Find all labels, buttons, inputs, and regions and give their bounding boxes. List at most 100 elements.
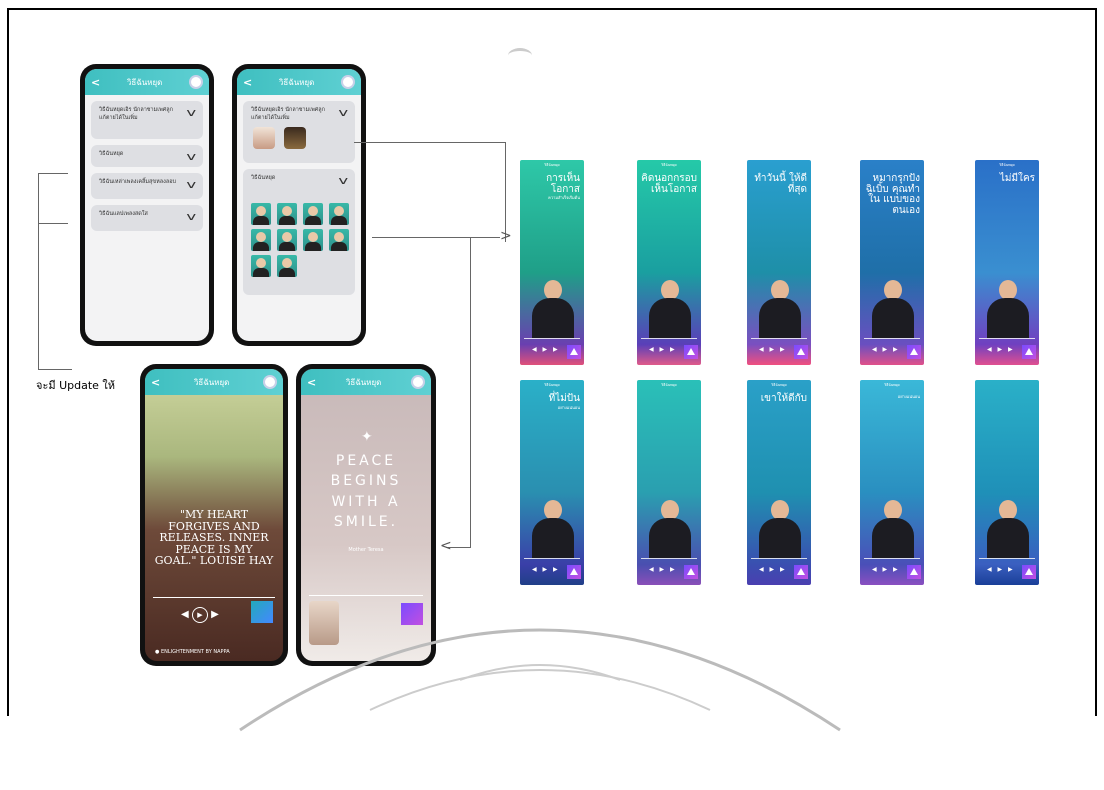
audio-card[interactable]: ◀ ▶ ▶ [975, 380, 1039, 585]
chevron-down-icon[interactable]: v [187, 179, 197, 190]
audio-thumbnail[interactable] [253, 126, 275, 149]
progress-bar[interactable] [524, 338, 580, 339]
chevron-down-icon[interactable]: v [187, 211, 197, 222]
card-title: วิธีฉันหยุด [544, 383, 560, 387]
progress-bar[interactable] [979, 338, 1035, 339]
card-text: ทำวันนี้ ให้ดีที่สุด [751, 173, 807, 195]
player-controls: ◀ ▶ ▶ [181, 607, 219, 623]
accordion-label: วิธีฉันเหล่าเพลงเคลิ้มสุขหลงลอบ [99, 179, 176, 185]
progress-bar[interactable] [751, 558, 807, 559]
accordion-item-2[interactable]: วิธีฉันหยุด v [91, 145, 203, 167]
chevron-up-icon[interactable]: v [339, 175, 349, 186]
audio-card[interactable]: หมากรุกปังฉิเบิ้บ คุณทำใน แบบของ ตนเอง ◀ … [860, 160, 924, 365]
bracket-line [38, 223, 68, 224]
app-logo-icon [188, 75, 203, 89]
speaker-thumbnail[interactable] [277, 228, 297, 251]
speaker-thumbnail[interactable] [277, 202, 297, 225]
card-subtext: อย่างแน่นอน [557, 404, 580, 410]
audio-card[interactable]: วิธีฉันหยุด การเห็นโอกาส ความสำเร็จเริ่มต้… [520, 160, 584, 365]
play-button[interactable]: ▶ [191, 607, 208, 623]
speaker-thumbnail[interactable] [251, 202, 271, 225]
audio-card[interactable]: วิธีฉันหยุด เขาให้ดีกับ ◀ ▶ ▶ [747, 380, 811, 585]
card-subtext: อย่างแน่นอน [897, 394, 920, 399]
player-controls[interactable]: ◀ ▶ ▶ [649, 346, 677, 353]
speaker-photo [872, 500, 914, 558]
card-text: ไม่มีใคร [979, 173, 1035, 185]
player-controls[interactable]: ◀ ▶ ▶ [759, 566, 787, 573]
app-badge-icon [794, 565, 808, 579]
player-controls[interactable]: ◀ ▶ ▶ [759, 346, 787, 353]
progress-bar[interactable] [751, 338, 807, 339]
audio-card[interactable]: วิธีฉันหยุดอย่างแน่นอน ◀ ▶ ▶ [860, 380, 924, 585]
player-controls[interactable]: ◀ ▶ ▶ [872, 346, 900, 353]
quote-text: PEACE BEGINS WITH A SMILE. [330, 453, 402, 530]
footer-text: ● ENLIGHTENMENT BY NAPPA [155, 649, 230, 655]
accordion-item-expanded-1[interactable]: วิธีฉันหยุดเอิร นักลาชามเพศลูกแก้ตายได้ใ… [243, 101, 355, 163]
speaker-thumbnail[interactable] [303, 228, 323, 251]
app-bar: < วิธีฉันหยุด [237, 69, 361, 95]
card-title: วิธีฉันหยุด [999, 163, 1015, 167]
accordion-item-4[interactable]: วิธีฉันแลปเพลงสดใส v [91, 205, 203, 231]
speaker-thumbnail[interactable] [329, 202, 349, 225]
player-controls[interactable]: ◀ ▶ ▶ [532, 346, 560, 353]
audio-card[interactable]: วิธีฉันหยุด ◀ ▶ ▶ [637, 380, 701, 585]
connector-line [505, 142, 506, 242]
connector-line [372, 237, 500, 238]
progress-bar[interactable] [524, 558, 580, 559]
card-headline: เขาให้ดีกับ [760, 393, 807, 404]
app-badge-icon [1022, 345, 1036, 359]
player-controls[interactable]: ◀ ▶ ▶ [987, 566, 1015, 573]
player-controls[interactable]: ◀ ▶ ▶ [532, 566, 560, 573]
player-controls[interactable]: ◀ ▶ ▶ [987, 346, 1015, 353]
audio-card[interactable]: วิธีฉันหยุดไม่มีใคร ◀ ▶ ▶ [975, 160, 1039, 365]
chevron-down-icon[interactable]: v [187, 151, 197, 162]
speaker-thumbnail[interactable] [251, 254, 271, 277]
app-logo-icon [410, 375, 425, 389]
app-badge-icon [567, 345, 581, 359]
quote-text: "MY HEART FORGIVES AND RELEASES. INNER P… [154, 508, 274, 568]
accordion-label: วิธีฉันหยุด [99, 151, 124, 157]
card-title: วิธีฉันหยุด [884, 383, 900, 387]
player-controls[interactable]: ◀ ▶ ▶ [872, 566, 900, 573]
audio-card[interactable]: วิธีฉันหยุด ที่ไม่ปัน อย่างแน่นอน ◀ ▶ ▶ [520, 380, 584, 585]
screen-title: วิธีฉันหยุด [126, 77, 163, 87]
app-badge-icon [907, 345, 921, 359]
app-badge-icon [567, 565, 581, 579]
audio-card[interactable]: ทำวันนี้ ให้ดีที่สุด ◀ ▶ ▶ [747, 160, 811, 365]
chevron-down-icon[interactable]: v [187, 107, 197, 118]
screen-title: วิธีฉันหยุด [193, 377, 230, 387]
progress-bar[interactable] [979, 558, 1035, 559]
arrow-left-icon: < [440, 538, 452, 554]
next-icon[interactable]: ▶ [211, 609, 219, 620]
card-text: การเห็นโอกาส ความสำเร็จเริ่มต้น [524, 173, 580, 200]
accordion-item-expanded-2[interactable]: วิธีฉันหยุด v [243, 169, 355, 295]
app-badge-icon [907, 565, 921, 579]
progress-bar[interactable] [641, 558, 697, 559]
speaker-thumbnail[interactable] [277, 254, 297, 277]
phone-mockup-2: < วิธีฉันหยุด วิธีฉันหยุดเอิร นักลาชามเพ… [232, 64, 366, 346]
arrow-right-icon: > [500, 228, 512, 244]
accordion-item-3[interactable]: วิธีฉันเหล่าเพลงเคลิ้มสุขหลงลอบ v [91, 173, 203, 199]
audio-card[interactable]: วิธีฉันหยุด คิดนอกกรอบ เห็นโอกาส ◀ ▶ ▶ [637, 160, 701, 365]
back-icon[interactable]: < [243, 76, 252, 89]
card-headline: ไม่มีใคร [999, 173, 1035, 184]
bracket-line [38, 369, 72, 370]
app-badge-icon [684, 565, 698, 579]
speaker-thumbnail[interactable] [329, 228, 349, 251]
back-icon[interactable]: < [307, 376, 316, 389]
back-icon[interactable]: < [91, 76, 100, 89]
accordion-item-1[interactable]: วิธีฉันหยุดเอิร นักลาชามเพศลูกแก้ตายได้ใ… [91, 101, 203, 139]
app-logo-icon [262, 375, 277, 389]
player-controls[interactable]: ◀ ▶ ▶ [649, 566, 677, 573]
back-icon[interactable]: < [151, 376, 160, 389]
chevron-up-icon[interactable]: v [339, 107, 349, 118]
progress-bar[interactable] [864, 558, 920, 559]
speaker-thumbnail[interactable] [251, 228, 271, 251]
audio-thumbnail[interactable] [284, 126, 307, 149]
previous-icon[interactable]: ◀ [181, 609, 189, 620]
speaker-thumbnail[interactable] [303, 202, 323, 225]
progress-bar[interactable] [864, 338, 920, 339]
card-text: คิดนอกกรอบ เห็นโอกาส [641, 173, 697, 195]
app-badge-icon [1022, 565, 1036, 579]
progress-bar[interactable] [641, 338, 697, 339]
